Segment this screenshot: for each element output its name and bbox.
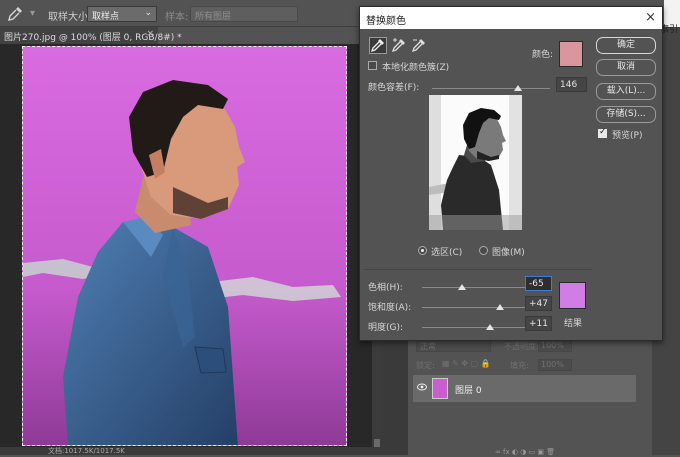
close-icon[interactable]: × [645,10,656,25]
sample-size-select[interactable]: 取样点 ⌄ [87,6,157,22]
fuzziness-label: 颜色容差(F): [368,83,420,93]
view-image-radio[interactable] [479,246,488,255]
divider [364,269,592,270]
layers-footer: ∞ fx ◐ ◑ ▭ ▣ 🗑 [495,446,645,456]
hue-slider-thumb[interactable] [458,284,467,290]
fuzziness-slider-track[interactable] [432,88,550,89]
result-label: 结果 [564,319,583,329]
saturation-input[interactable]: +47 [525,296,552,311]
scrollbar-thumb[interactable] [374,439,380,447]
opacity-label: 不透明度: [504,342,539,351]
canvas-area[interactable] [0,44,382,455]
preview-checkbox[interactable] [598,127,607,138]
preview-label: 预览(P) [612,131,643,141]
saturation-value: +47 [529,299,548,309]
eyedropper-button[interactable] [369,37,387,54]
view-image-label: 图像(M) [492,248,525,258]
selection-color-swatch[interactable] [559,41,583,67]
hue-value: -65 [529,279,544,289]
dialog-titlebar[interactable]: 替换颜色 × [360,7,662,29]
lightness-slider-thumb[interactable] [486,324,495,330]
view-selection-label: 选区(C) [431,248,463,258]
fuzziness-input[interactable]: 146 [556,77,587,92]
save-button[interactable]: 存储(S)... [596,106,656,123]
status-bar: 文档:1017.5K/1017.5K [0,447,382,455]
fill-input[interactable]: 100% [538,359,572,371]
eyedropper-icon [370,39,384,53]
lightness-input[interactable]: +11 [525,316,552,331]
eyedropper-minus-icon [411,39,425,53]
sample-select[interactable]: 所有图层 [190,6,298,22]
dialog-title: 替换颜色 [366,16,406,27]
document-tab-title: 图片270.jpg @ 100% (图层 0, RGB/8#) * [4,33,182,43]
sample-value: 所有图层 [195,12,232,22]
fill-value: 100% [541,360,564,369]
cancel-button[interactable]: 取消 [596,59,656,76]
saturation-label: 饱和度(A): [368,303,412,313]
lightness-label: 明度(G): [368,323,404,333]
photo-canvas[interactable] [22,46,347,446]
fill-label: 填充: [510,361,529,370]
localized-clusters-label: 本地化颜色簇(Z) [382,63,450,73]
sample-size-label: 取样大小: [48,12,92,23]
ok-button[interactable]: 确定 [596,37,656,54]
replace-color-dialog: 替换颜色 × 颜色: 本地化颜色簇(Z) 颜色容差(F): 146 选区(C) … [359,6,663,341]
selection-preview[interactable] [429,95,522,230]
fuzziness-value: 146 [560,80,578,90]
layer-name[interactable]: 图层 0 [455,383,482,396]
close-tab-icon[interactable]: × [146,29,154,39]
eyedropper-tool-icon[interactable] [6,5,24,23]
document-tab[interactable]: 图片270.jpg @ 100% (图层 0, RGB/8#) * × [0,27,182,44]
sample-size-value: 取样点 [92,12,120,22]
layer-thumbnail [432,378,448,399]
eyedropper-plus-icon [391,38,405,53]
result-color-swatch[interactable] [559,282,586,309]
layer-row[interactable]: 图层 0 [413,375,636,402]
opacity-input[interactable]: 100% [538,340,572,352]
lightness-value: +11 [529,319,548,329]
color-label: 颜色: [532,50,554,60]
blend-mode-value: 正常 [420,342,436,351]
hue-label: 色相(H): [368,283,403,293]
lock-label: 锁定: [416,361,435,370]
saturation-slider-thumb[interactable] [496,304,505,310]
lock-icons[interactable]: ▦ ✎ ✥ ▢ 🔒 [442,359,491,368]
subtract-from-sample-button[interactable] [410,37,428,54]
opacity-value: 100% [541,341,564,350]
chevron-down-icon: ⌄ [144,8,152,18]
view-selection-radio[interactable] [418,246,427,255]
sample-label: 样本: [165,12,189,23]
localized-clusters-checkbox[interactable] [368,61,377,70]
load-button[interactable]: 载入(L)... [596,83,656,100]
fuzziness-slider-thumb[interactable] [514,85,523,91]
blend-mode-select[interactable]: 正常 [416,340,491,352]
eye-icon[interactable] [417,383,427,391]
tool-dropdown-icon[interactable]: ▾ [30,8,35,19]
selection-mask-preview [429,95,522,230]
portrait-image [23,47,346,445]
hue-input[interactable]: -65 [525,276,552,291]
add-to-sample-button[interactable] [390,37,408,54]
